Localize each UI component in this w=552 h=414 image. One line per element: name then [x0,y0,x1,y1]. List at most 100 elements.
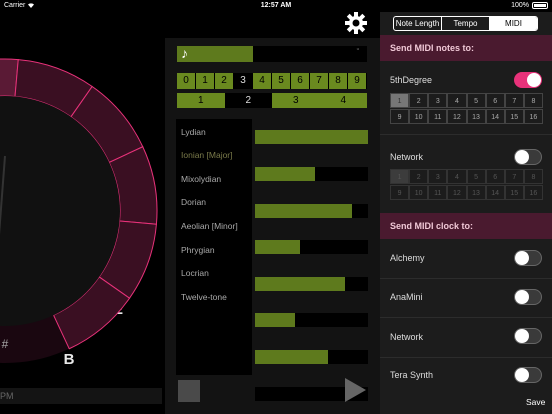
tick-icon: ’’ [356,49,359,55]
step-9[interactable]: 9 [348,73,367,89]
channel-cell[interactable]: 13 [466,185,486,200]
clock-target-label: AnaMini [390,292,423,302]
step-6[interactable]: 6 [291,73,310,89]
mode-level-bar[interactable] [255,240,368,254]
mode-item[interactable]: Mixolydian [181,174,221,184]
clock-target-toggle[interactable] [514,289,542,305]
divider [380,134,552,135]
channel-cell[interactable]: 1 [390,93,410,108]
clock-target-label: Network [390,332,424,342]
channel-cell[interactable]: 10 [409,185,429,200]
beat-selector[interactable]: 1234 [177,93,367,108]
battery-status: 100% [511,2,548,9]
channel-cell[interactable]: 12 [447,185,467,200]
channel-cell[interactable]: 12 [447,109,467,124]
mode-item[interactable]: Locrian [181,268,209,278]
channel-cell[interactable]: 8 [523,93,543,108]
channel-cell[interactable]: 16 [523,109,543,124]
channel-cell[interactable]: 3 [428,93,448,108]
settings-gear-icon[interactable] [344,11,368,35]
clock-target-toggle[interactable] [514,328,542,344]
beat-3[interactable]: 3 [272,93,320,108]
channel-cell[interactable]: 1 [390,169,410,184]
stop-button[interactable] [178,380,200,402]
channel-cell[interactable]: 14 [485,185,505,200]
step-0[interactable]: 0 [177,73,196,89]
mode-item[interactable]: Dorian [181,197,206,207]
progress-fill [177,46,253,62]
mode-item[interactable]: Twelve-tone [181,292,227,302]
channel-cell[interactable]: 16 [523,185,543,200]
channel-cell[interactable]: 2 [409,93,429,108]
channel-cell[interactable]: 15 [504,185,524,200]
mode-level-bar[interactable] [255,313,368,327]
channel-cell[interactable]: 11 [428,185,448,200]
step-7[interactable]: 7 [310,73,329,89]
channel-cell[interactable]: 4 [447,169,467,184]
step-selector[interactable]: 0123456789 [177,73,367,89]
circle-of-fifths[interactable]: CGDAEB# [0,38,165,383]
channel-cell[interactable]: 5 [466,93,486,108]
step-2[interactable]: 2 [215,73,234,89]
beat-4[interactable]: 4 [319,93,367,108]
channel-cell[interactable]: 9 [390,185,410,200]
clock-target-label: Tera Synth [390,370,434,380]
status-time: 12:57 AM [260,2,292,9]
tab-note-length[interactable]: Note Length [394,17,442,30]
settings-tabs[interactable]: Note Length Tempo MIDI [393,16,538,31]
channel-cell[interactable]: 7 [504,169,524,184]
mode-level-bar[interactable] [255,277,368,291]
divider [380,357,552,358]
beat-2[interactable]: 2 [224,93,272,108]
channel-cell[interactable]: 2 [409,169,429,184]
step-8[interactable]: 8 [329,73,348,89]
channel-cell[interactable]: 6 [485,93,505,108]
clock-header: Send MIDI clock to: [380,213,552,239]
step-5[interactable]: 5 [272,73,291,89]
channel-cell[interactable]: 7 [504,93,524,108]
fifth-degree-toggle[interactable] [514,72,542,88]
mode-list[interactable]: Lydian Ionian [Major] Mixolydian Dorian Aeol… [176,119,252,375]
mode-level-fill [255,130,368,144]
channel-cell[interactable]: 4 [447,93,467,108]
bpm-display[interactable]: BPM [0,388,162,404]
channel-cell[interactable]: 8 [523,169,543,184]
mode-level-bar[interactable] [255,130,368,144]
tab-midi[interactable]: MIDI [490,17,537,30]
step-3[interactable]: 3 [234,73,253,89]
channel-cell[interactable]: 13 [466,109,486,124]
mode-level-bar[interactable] [255,350,368,364]
channel-cell[interactable]: 5 [466,169,486,184]
mode-level-bar[interactable] [255,167,368,181]
channel-cell[interactable]: 6 [485,169,505,184]
channel-cell[interactable]: 14 [485,109,505,124]
mode-item[interactable]: Ionian [Major] [181,150,233,160]
mode-item[interactable]: Aeolian [Minor] [181,221,238,231]
network-channel-grid[interactable]: 1 2 3 4 5 6 7 8 9 10 11 12 13 14 15 16 [390,169,543,201]
divider [380,278,552,279]
step-1[interactable]: 1 [196,73,215,89]
step-4[interactable]: 4 [253,73,272,89]
channel-cell[interactable]: 3 [428,169,448,184]
clock-target-toggle[interactable] [514,250,542,266]
notes-header: Send MIDI notes to: [380,35,552,61]
clock-target-toggle[interactable] [514,367,542,383]
fifth-degree-channel-grid[interactable]: 1 2 3 4 5 6 7 8 9 10 11 12 13 14 15 16 [390,93,543,125]
beat-1[interactable]: 1 [177,93,225,108]
tab-tempo[interactable]: Tempo [442,17,490,30]
play-button[interactable] [345,378,366,402]
save-button[interactable]: Save [526,397,545,407]
mode-item[interactable]: Lydian [181,127,206,137]
sequencer-panel: ♪ ’’ 0123456789 1234 Lydian Ionian [Major… [165,38,380,414]
battery-icon [532,2,548,9]
channel-cell[interactable]: 9 [390,109,410,124]
mode-level-fill [255,204,353,218]
network-notes-toggle[interactable] [514,149,542,165]
channel-cell[interactable]: 15 [504,109,524,124]
circle-of-fifths-wheel[interactable]: CGDAEB# [0,38,165,383]
mode-item[interactable]: Phrygian [181,245,215,255]
fifth-degree-label: 5thDegree [390,75,433,85]
channel-cell[interactable]: 10 [409,109,429,124]
channel-cell[interactable]: 11 [428,109,448,124]
mode-level-bar[interactable] [255,204,368,218]
